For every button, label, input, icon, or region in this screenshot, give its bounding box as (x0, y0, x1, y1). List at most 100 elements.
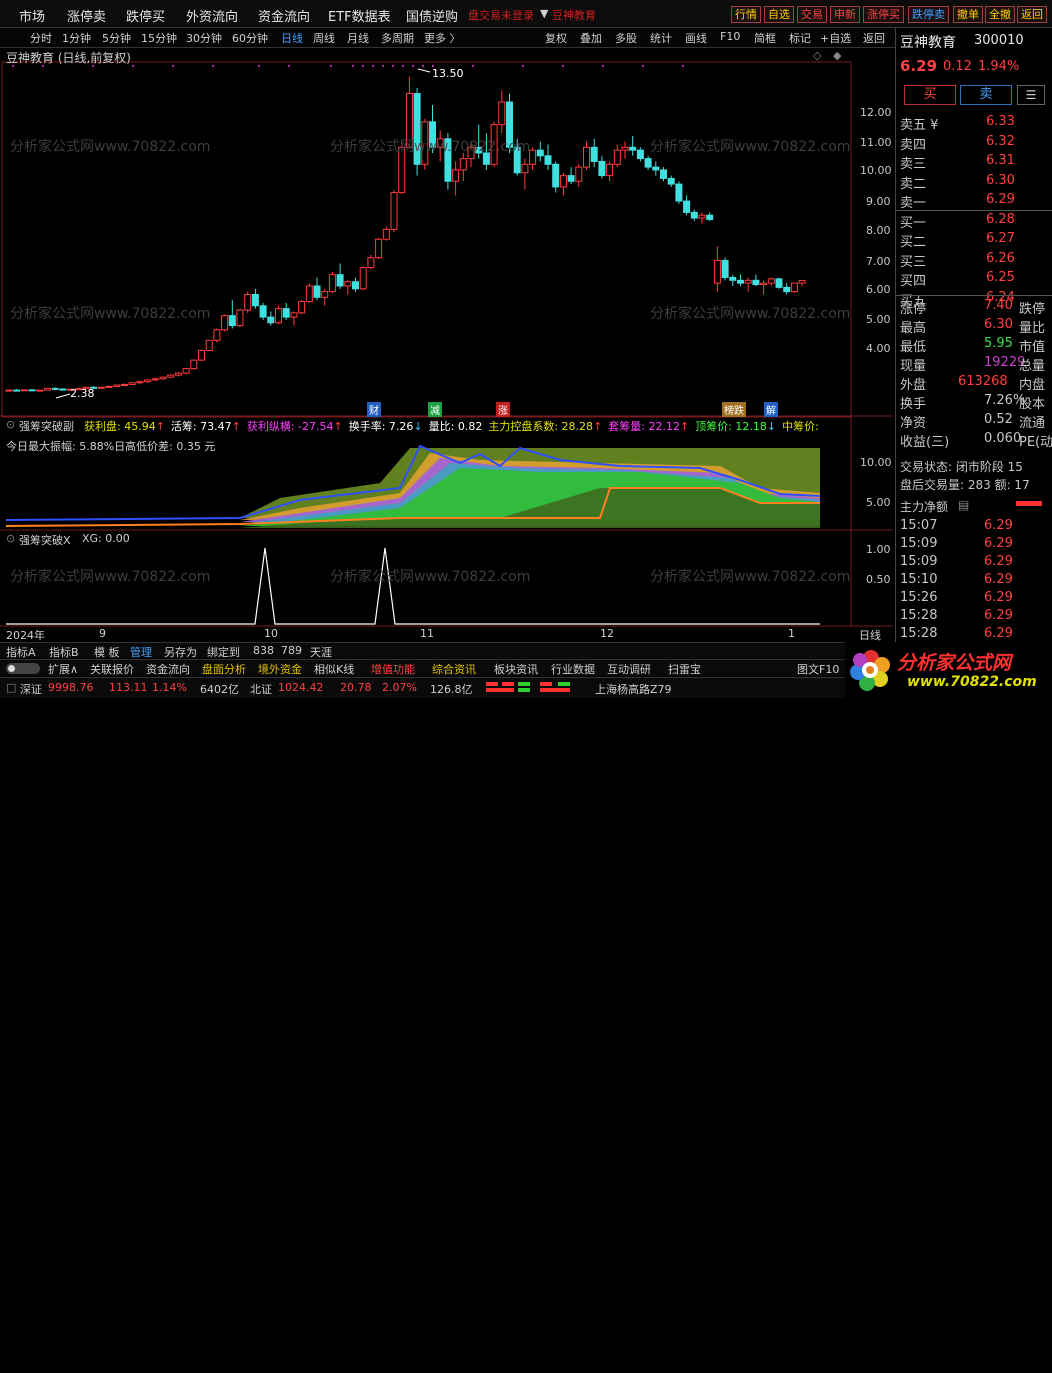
period-label[interactable]: 日线 (859, 627, 881, 643)
tab-838[interactable]: 838 (253, 644, 274, 657)
tab-f10[interactable]: 图文F10 (797, 661, 839, 677)
tab-interactive-research[interactable]: 互动调研 (607, 661, 651, 677)
kline-svg[interactable] (0, 48, 893, 628)
stat-label: 净资 (900, 416, 927, 431)
orderbook-divider (896, 210, 1052, 211)
menu-limitup-sell[interactable]: 涨停卖 (67, 6, 106, 25)
btn-cancel[interactable]: 撤单 (953, 6, 983, 23)
table-icon[interactable]: ▤ (958, 498, 969, 512)
tool-back[interactable]: 返回 (863, 30, 885, 46)
bid-price[interactable]: 6.27 (986, 231, 1015, 246)
btn-limitdown-sell[interactable]: 跌停卖 (908, 6, 949, 23)
event-marker[interactable]: 榜跌 (722, 402, 746, 417)
buy-button[interactable]: 买 (904, 85, 956, 105)
tab-bind[interactable]: 绑定到 (207, 644, 240, 660)
event-marker[interactable]: 财 (367, 402, 381, 417)
tab-indicator-a[interactable]: 指标A (6, 644, 36, 660)
tool-draw[interactable]: 画线 (685, 30, 707, 46)
tab-save-as[interactable]: 另存为 (164, 644, 197, 660)
ask-price[interactable]: 6.32 (986, 134, 1015, 149)
ask-price[interactable]: 6.31 (986, 153, 1015, 168)
period-30min[interactable]: 30分钟 (186, 30, 222, 46)
flower-logo-icon (850, 650, 890, 691)
tab-industry-data[interactable]: 行业数据 (551, 661, 595, 677)
signal-dot (472, 65, 474, 67)
tab-manage[interactable]: 管理 (130, 644, 152, 660)
menu-capital-flow[interactable]: 资金流向 (258, 6, 310, 25)
ind1-item: 获利纵横: -27.54 (246, 420, 334, 433)
tool-adjust[interactable]: 复权 (545, 30, 567, 46)
tab-indicator-b[interactable]: 指标B (49, 644, 79, 660)
collapse-icon[interactable]: ⊙ (6, 418, 15, 431)
menu-repo[interactable]: 国债逆购 (406, 6, 458, 25)
period-daily[interactable]: 日线 (281, 30, 303, 46)
period-weekly[interactable]: 周线 (313, 30, 335, 46)
ask-price[interactable]: 6.30 (986, 173, 1015, 188)
tab-foreign-capital[interactable]: 境外资金 (258, 661, 302, 677)
btn-trade[interactable]: 交易 (797, 6, 827, 23)
btn-limitup-buy[interactable]: 涨停买 (863, 6, 904, 23)
period-5min[interactable]: 5分钟 (102, 30, 131, 46)
candle-body (244, 293, 252, 311)
event-marker[interactable]: 涨 (496, 402, 510, 417)
tool-overlay[interactable]: 叠加 (580, 30, 602, 46)
tab-capital-flow[interactable]: 资金流向 (146, 661, 190, 677)
event-marker[interactable]: 解 (764, 402, 778, 417)
tab-related-quote[interactable]: 关联报价 (90, 661, 134, 677)
ind1-name[interactable]: 强筹突破副 (19, 418, 74, 434)
tab-tianya[interactable]: 天涯 (310, 644, 332, 660)
tool-multistock[interactable]: 多股 (615, 30, 637, 46)
tool-mark[interactable]: 标记 (789, 30, 811, 46)
btn-cancel-all[interactable]: 全撤 (985, 6, 1015, 23)
signal-dot (412, 65, 414, 67)
bid-label: 买四 (900, 274, 927, 289)
period-15min[interactable]: 15分钟 (141, 30, 177, 46)
btn-quote[interactable]: 行情 (731, 6, 761, 23)
menu-icon[interactable]: ☰ (1017, 85, 1045, 105)
tool-f10[interactable]: F10 (720, 30, 740, 43)
period-more[interactable]: 更多 〉 (424, 30, 461, 46)
server-address[interactable]: 上海杨高路Z79 (595, 681, 672, 697)
tool-simple-frame[interactable]: 简框 (754, 30, 776, 46)
ask-price[interactable]: 6.29 (986, 192, 1015, 207)
menu-foreign-flow[interactable]: 外资流向 (186, 6, 238, 25)
candle-body (20, 389, 28, 392)
ask-price[interactable]: 6.33 (986, 114, 1015, 129)
bid-price[interactable]: 6.25 (986, 270, 1015, 285)
bid-price[interactable]: 6.28 (986, 212, 1015, 227)
dropdown-icon[interactable]: ▼ (540, 7, 548, 20)
ind2-name[interactable]: 强筹突破X (19, 532, 71, 548)
btn-back[interactable]: 返回 (1017, 6, 1047, 23)
period-60min[interactable]: 60分钟 (232, 30, 268, 46)
period-1min[interactable]: 1分钟 (62, 30, 91, 46)
tab-news[interactable]: 综合资讯 (432, 661, 476, 677)
menu-etf-table[interactable]: ETF数据表 (328, 6, 391, 25)
collapse-icon[interactable]: ⊙ (6, 532, 15, 545)
signal-dot (212, 65, 214, 67)
period-monthly[interactable]: 月线 (347, 30, 369, 46)
tab-sector-news[interactable]: 板块资讯 (494, 661, 538, 677)
btn-watchlist[interactable]: 自选 (764, 6, 794, 23)
login-notice[interactable]: 盘交易未登录 (468, 7, 534, 23)
chart-area[interactable]: 分析家公式网www.70822.com 分析家公式网www.70822.com … (0, 48, 893, 628)
period-multi[interactable]: 多周期 (381, 30, 414, 46)
tab-market-analysis[interactable]: 盘面分析 (202, 661, 246, 677)
menu-limitdown-buy[interactable]: 跌停买 (126, 6, 165, 25)
diamond-icon[interactable]: ◇ (813, 49, 821, 62)
tab-risk-scan[interactable]: 扫雷宝 (668, 661, 701, 677)
event-marker[interactable]: 减 (428, 402, 442, 417)
tab-789[interactable]: 789 (281, 644, 302, 657)
expand-button[interactable]: 扩展∧ (48, 661, 78, 677)
tab-value-added[interactable]: 增值功能 (371, 661, 415, 677)
sell-button[interactable]: 卖 (960, 85, 1012, 105)
period-intraday[interactable]: 分时 (30, 30, 52, 46)
tab-similar-kline[interactable]: 相似K线 (314, 661, 354, 677)
btn-ipo[interactable]: 申新 (830, 6, 860, 23)
tab-template[interactable]: 模 板 (94, 644, 120, 660)
diamond-filled-icon[interactable]: ◆ (833, 49, 841, 62)
tool-stats[interactable]: 统计 (650, 30, 672, 46)
candle-body (5, 389, 13, 392)
menu-market[interactable]: 市场 (19, 6, 45, 25)
bid-price[interactable]: 6.26 (986, 251, 1015, 266)
tool-add-watch[interactable]: +自选 (820, 30, 851, 46)
